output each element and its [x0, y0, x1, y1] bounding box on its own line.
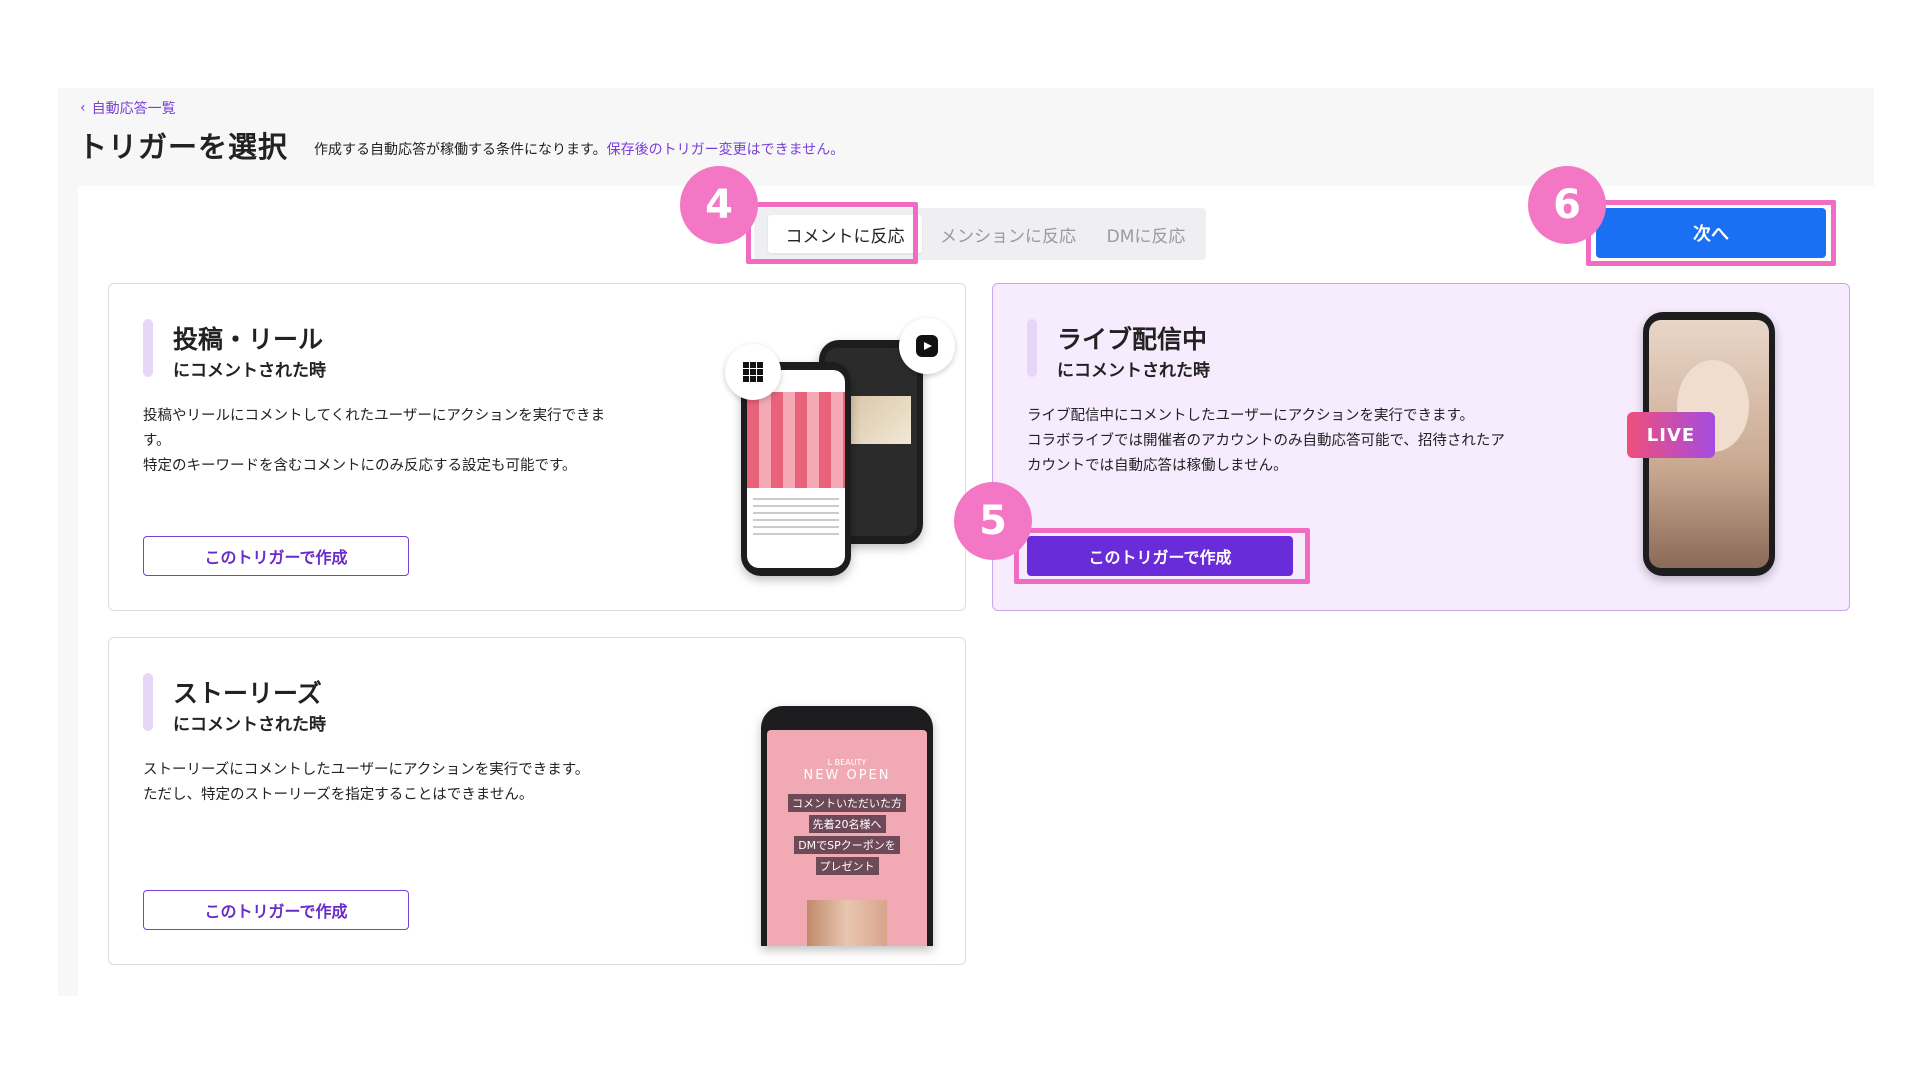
- card-title: 投稿・リール: [173, 325, 324, 354]
- grid-icon: [725, 344, 781, 400]
- tab-comment[interactable]: コメントに反応: [768, 215, 922, 253]
- reels-icon: [899, 318, 955, 374]
- phone-front-screen: [747, 370, 845, 568]
- desc-line: カウントでは自動応答は稼働しません。: [1027, 458, 1288, 474]
- card-accent-bar: [1027, 319, 1037, 377]
- card-title: ライブ配信中: [1057, 325, 1208, 354]
- phone-story-screen: L BEAUTY NEW OPEN コメントいただいた方 先着20名様へ DMで…: [767, 730, 927, 946]
- story-brand: L BEAUTY: [827, 758, 867, 767]
- desc-line: コラボライブでは開催者のアカウントのみ自動応答可能で、招待されたア: [1027, 433, 1505, 449]
- card-description: ストーリーズにコメントしたユーザーにアクションを実行できます。 ただし、特定のス…: [143, 758, 589, 808]
- tab-dm[interactable]: DMに反応: [1094, 208, 1198, 260]
- card-subtitle: にコメントされた時: [173, 715, 326, 735]
- story-line: 先着20名様へ: [808, 815, 886, 833]
- create-trigger-button[interactable]: このトリガーで作成: [143, 890, 409, 930]
- live-badge: LIVE: [1627, 412, 1715, 458]
- post-caption-lines: [753, 498, 839, 538]
- page-description: 作成する自動応答が稼働する条件になります。保存後のトリガー変更はできません。: [314, 139, 844, 159]
- card-description: ライブ配信中にコメントしたユーザーにアクションを実行できます。 コラボライブでは…: [1027, 404, 1505, 479]
- card-accent-bar: [143, 673, 153, 731]
- story-line: プレゼント: [815, 857, 879, 875]
- story-headline: NEW OPEN: [803, 768, 891, 783]
- card-title: ストーリーズ: [173, 679, 322, 708]
- story-copy: コメントいただいた方 先着20名様へ DMでSPクーポンを プレゼント: [767, 792, 927, 876]
- story-line: DMでSPクーポンを: [794, 836, 900, 854]
- page-description-text: 作成する自動応答が稼働する条件になります。: [314, 142, 607, 158]
- reel-thumbnail: [849, 396, 911, 444]
- post-image: [747, 392, 845, 488]
- card-accent-bar: [143, 319, 153, 377]
- story-line: コメントいただいた方: [788, 794, 906, 812]
- page-warning-text: 保存後のトリガー変更はできません。: [606, 142, 845, 158]
- card-live[interactable]: ライブ配信中 にコメントされた時 ライブ配信中にコメントしたユーザーにアクション…: [992, 283, 1850, 611]
- page-title: トリガーを選択: [78, 130, 289, 164]
- desc-line: 投稿やリールにコメントしてくれたユーザーにアクションを実行できま: [143, 408, 606, 424]
- tab-mention[interactable]: メンションに反応: [926, 208, 1090, 260]
- card-description: 投稿やリールにコメントしてくれたユーザーにアクションを実行できま す。 特定のキ…: [143, 404, 605, 479]
- desc-line: 特定のキーワードを含むコメントにのみ反応する設定も可能です。: [143, 458, 577, 474]
- back-link[interactable]: ‹ 自動応答一覧: [80, 98, 176, 118]
- card-stories[interactable]: ストーリーズ にコメントされた時 ストーリーズにコメントしたユーザーにアクション…: [108, 637, 966, 965]
- back-link-label: 自動応答一覧: [91, 101, 176, 117]
- create-trigger-button[interactable]: このトリガーで作成: [1027, 536, 1293, 576]
- chevron-left-icon: ‹: [80, 100, 86, 116]
- desc-line: ただし、特定のストーリーズを指定することはできません。: [143, 787, 534, 803]
- trigger-tabs: コメントに反応 メンションに反応 DMに反応: [754, 208, 1206, 260]
- step-badge-6: 6: [1528, 166, 1606, 244]
- create-trigger-button[interactable]: このトリガーで作成: [143, 536, 409, 576]
- card-subtitle: にコメントされた時: [173, 361, 326, 381]
- phone-story-image: L BEAUTY NEW OPEN コメントいただいた方 先着20名様へ DMで…: [761, 706, 933, 946]
- desc-line: す。: [143, 433, 171, 449]
- story-products-image: [807, 900, 887, 946]
- desc-line: ストーリーズにコメントしたユーザーにアクションを実行できます。: [143, 762, 590, 778]
- step-badge-4: 4: [680, 166, 758, 244]
- next-button[interactable]: 次へ: [1596, 208, 1826, 258]
- step-badge-5: 5: [954, 482, 1032, 560]
- card-subtitle: にコメントされた時: [1057, 361, 1210, 381]
- desc-line: ライブ配信中にコメントしたユーザーにアクションを実行できます。: [1027, 408, 1475, 424]
- card-post-reel[interactable]: 投稿・リール にコメントされた時 投稿やリールにコメントしてくれたユーザーにアク…: [108, 283, 966, 611]
